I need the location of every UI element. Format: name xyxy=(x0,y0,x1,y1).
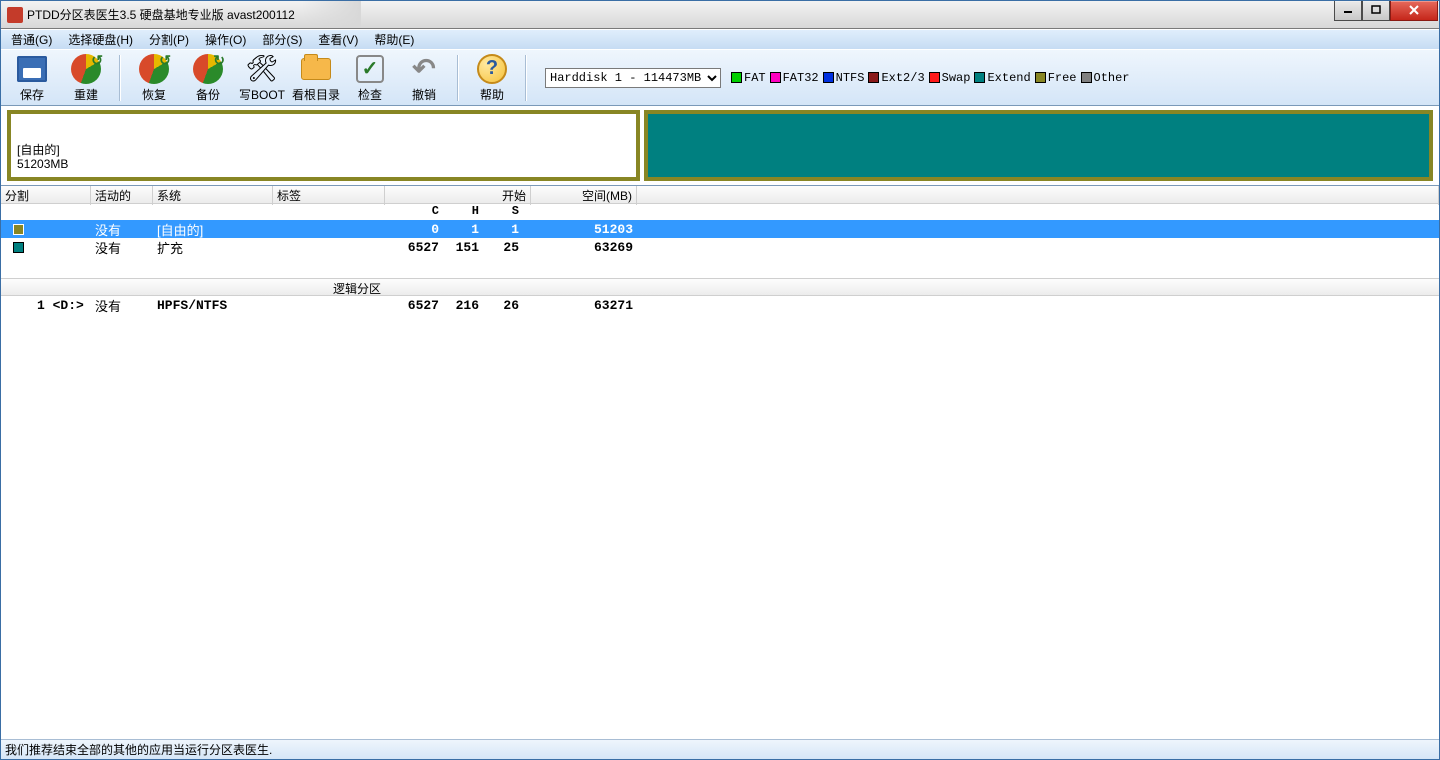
diskmap-segment-extend[interactable] xyxy=(644,110,1433,181)
save-button[interactable]: 保存 xyxy=(7,52,57,104)
logical-gap: 逻辑分区 xyxy=(1,256,1439,296)
help-icon: ? xyxy=(477,54,507,84)
logical-system: HPFS/NTFS xyxy=(153,298,273,313)
legend-fat32: FAT32 xyxy=(770,71,819,85)
swatch-swap xyxy=(929,72,940,83)
menu-help[interactable]: 帮助(E) xyxy=(366,29,422,50)
partition-table-header: 分割 活动的 系统 标签 开始 空间(MB) xyxy=(1,186,1439,204)
swatch-ntfs xyxy=(823,72,834,83)
pie-rebuild-icon xyxy=(71,54,101,84)
tools-icon: 🛠 xyxy=(246,53,278,85)
app-window: PTDD分区表医生3.5 硬盘基地专业版 avast200112 普通(G) 选… xyxy=(0,0,1440,760)
swatch-fat xyxy=(731,72,742,83)
toolbar-separator xyxy=(525,55,527,101)
undo-button[interactable]: ↶撤销 xyxy=(399,52,449,104)
toolbar-separator xyxy=(457,55,459,101)
logical-header: 逻辑分区 xyxy=(1,278,1439,296)
pie-restore-icon xyxy=(139,54,169,84)
swatch-ext xyxy=(868,72,879,83)
status-text: 我们推荐结束全部的其他的应用当运行分区表医生. xyxy=(5,741,272,758)
titlebar[interactable]: PTDD分区表医生3.5 硬盘基地专业版 avast200112 xyxy=(1,1,1439,29)
row-chs: 6527 151 25 xyxy=(385,240,531,255)
rebuild-button[interactable]: 重建 xyxy=(61,52,111,104)
row-system: 扩充 xyxy=(153,238,273,257)
disk-select-group: Harddisk 1 - 114473MB FAT FAT32 NTFS Ext… xyxy=(545,68,1130,88)
swatch-extend xyxy=(974,72,985,83)
row-size: 63269 xyxy=(531,240,637,255)
logical-active: 没有 xyxy=(91,296,153,315)
row-swatch xyxy=(13,224,24,235)
fs-legend: FAT FAT32 NTFS Ext2/3 Swap Extend Free O… xyxy=(731,71,1130,85)
menu-section[interactable]: 部分(S) xyxy=(254,29,310,50)
app-icon xyxy=(7,7,23,23)
row-size: 51203 xyxy=(531,222,637,237)
segment-label-name: [自由的] xyxy=(17,143,630,157)
col-partition[interactable]: 分割 xyxy=(1,186,91,205)
empty-area xyxy=(1,314,1439,739)
maximize-button[interactable] xyxy=(1362,1,1390,21)
legend-fat: FAT xyxy=(731,71,766,85)
legend-free: Free xyxy=(1035,71,1077,85)
disk-map: [自由的] 51203MB xyxy=(1,106,1439,186)
window-buttons xyxy=(1334,1,1438,21)
check-button[interactable]: ✓检查 xyxy=(345,52,395,104)
logical-row[interactable]: 1 <D:> 没有 HPFS/NTFS 6527 216 26 63271 xyxy=(1,296,1439,314)
logical-index: 1 <D:> xyxy=(33,298,91,313)
row-swatch xyxy=(13,242,24,253)
legend-ext: Ext2/3 xyxy=(868,71,924,85)
partition-row[interactable]: 没有 [自由的] 0 1 1 51203 xyxy=(1,220,1439,238)
backup-button[interactable]: 备份 xyxy=(183,52,233,104)
col-active[interactable]: 活动的 xyxy=(91,186,153,205)
writeboot-button[interactable]: 🛠写BOOT xyxy=(237,52,287,104)
folder-icon xyxy=(301,58,331,80)
swatch-fat32 xyxy=(770,72,781,83)
partition-rows: 没有 [自由的] 0 1 1 51203 没有 扩充 6527 151 25 6… xyxy=(1,220,1439,256)
logical-title: 逻辑分区 xyxy=(273,279,385,298)
title-fade xyxy=(301,1,361,28)
col-start[interactable]: 开始 xyxy=(385,186,531,205)
segment-label-size: 51203MB xyxy=(17,157,630,171)
disk-select[interactable]: Harddisk 1 - 114473MB xyxy=(545,68,721,88)
menu-general[interactable]: 普通(G) xyxy=(3,29,60,50)
row-system: [自由的] xyxy=(153,220,273,239)
chs-labels: C H S xyxy=(385,204,531,220)
row-active: 没有 xyxy=(91,220,153,239)
legend-other: Other xyxy=(1081,71,1130,85)
partition-row[interactable]: 没有 扩充 6527 151 25 63269 xyxy=(1,238,1439,256)
row-active: 没有 xyxy=(91,238,153,257)
pie-backup-icon xyxy=(193,54,223,84)
col-system[interactable]: 系统 xyxy=(153,186,273,205)
col-blank[interactable] xyxy=(637,186,1439,205)
swatch-other xyxy=(1081,72,1092,83)
menu-view[interactable]: 查看(V) xyxy=(310,29,366,50)
row-chs: 0 1 1 xyxy=(385,222,531,237)
close-button[interactable] xyxy=(1390,1,1438,21)
logical-size: 63271 xyxy=(531,298,637,313)
viewroot-button[interactable]: 看根目录 xyxy=(291,52,341,104)
check-icon: ✓ xyxy=(356,55,384,83)
legend-ntfs: NTFS xyxy=(823,71,865,85)
menu-selectdisk[interactable]: 选择硬盘(H) xyxy=(60,29,141,50)
legend-swap: Swap xyxy=(929,71,971,85)
diskmap-segment-free[interactable]: [自由的] 51203MB xyxy=(7,110,640,181)
menu-operate[interactable]: 操作(O) xyxy=(197,29,254,50)
minimize-button[interactable] xyxy=(1334,1,1362,21)
toolbar: 保存 重建 恢复 备份 🛠写BOOT 看根目录 ✓检查 ↶撤销 ?帮助 Hard… xyxy=(1,49,1439,106)
window-title: PTDD分区表医生3.5 硬盘基地专业版 avast200112 xyxy=(27,6,1334,23)
col-size[interactable]: 空间(MB) xyxy=(531,186,637,205)
col-label[interactable]: 标签 xyxy=(273,186,385,205)
menu-partition[interactable]: 分割(P) xyxy=(141,29,197,50)
disk-icon xyxy=(17,56,47,82)
chs-subheader: C H S xyxy=(1,204,1439,220)
swatch-free xyxy=(1035,72,1046,83)
logical-chs: 6527 216 26 xyxy=(385,298,531,313)
menubar: 普通(G) 选择硬盘(H) 分割(P) 操作(O) 部分(S) 查看(V) 帮助… xyxy=(1,29,1439,49)
toolbar-separator xyxy=(119,55,121,101)
help-button[interactable]: ?帮助 xyxy=(467,52,517,104)
statusbar: 我们推荐结束全部的其他的应用当运行分区表医生. xyxy=(1,739,1439,759)
undo-icon: ↶ xyxy=(408,53,440,85)
legend-extend: Extend xyxy=(974,71,1030,85)
restore-button[interactable]: 恢复 xyxy=(129,52,179,104)
